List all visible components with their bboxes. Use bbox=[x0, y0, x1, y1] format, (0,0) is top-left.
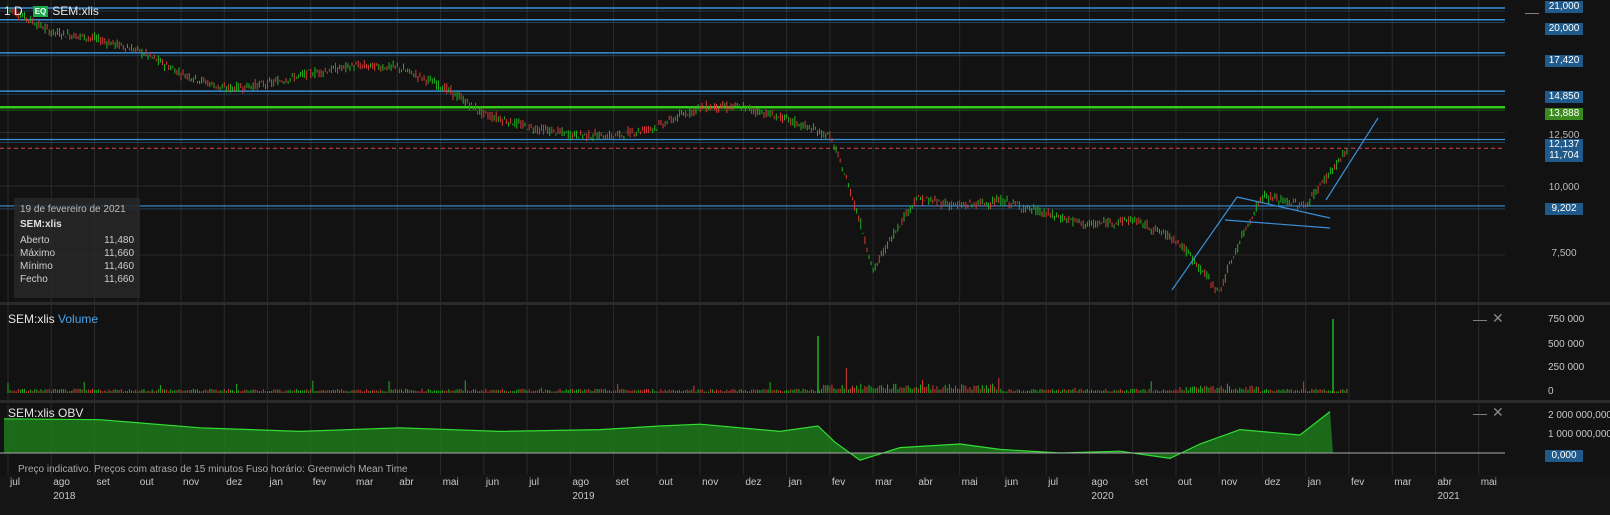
info-symbol: SEM:xlis bbox=[20, 219, 62, 230]
month-label: mai bbox=[1480, 477, 1497, 488]
month-label: abr bbox=[918, 477, 933, 488]
month-label: ago bbox=[1091, 477, 1109, 488]
month-label: set bbox=[1134, 477, 1148, 488]
month-label: ago bbox=[53, 477, 70, 488]
trendline bbox=[1224, 219, 1331, 229]
close-icon[interactable]: ✕ bbox=[1492, 310, 1504, 327]
price-tag: 21,000 bbox=[1545, 1, 1583, 13]
month-label: dez bbox=[226, 477, 243, 488]
obv-zero-tag: 0,000 bbox=[1545, 450, 1583, 462]
month-label: fev bbox=[831, 477, 846, 488]
info-row-open: Aberto 11,480 bbox=[20, 235, 134, 246]
ohlc-info-box: 19 de fevereiro de 2021 SEM:xlis Aberto 1… bbox=[14, 198, 140, 298]
month-label: nov bbox=[183, 477, 200, 488]
timeframe-label[interactable]: 1 D bbox=[4, 4, 23, 18]
volume-tick: 250 000 bbox=[1548, 362, 1585, 373]
month-label: mai bbox=[442, 477, 459, 488]
month-label: jan bbox=[788, 477, 802, 488]
obv-symbol: SEM:xlis bbox=[8, 406, 55, 420]
month-label: jan bbox=[269, 477, 283, 488]
year-label: 2019 bbox=[572, 491, 595, 502]
year-label: 2018 bbox=[53, 491, 76, 502]
month-label: set bbox=[615, 477, 629, 488]
price-tag: 17,420 bbox=[1545, 55, 1583, 67]
month-label: fev bbox=[1350, 477, 1365, 488]
price-pane[interactable] bbox=[0, 0, 1610, 302]
price-tag: 20,000 bbox=[1545, 23, 1583, 35]
year-label: 2021 bbox=[1437, 491, 1460, 502]
month-label: abr bbox=[1437, 477, 1452, 488]
volume-tick: 500 000 bbox=[1548, 339, 1585, 350]
chart-header: 1 D EQ SEM:xlis bbox=[4, 4, 99, 18]
obv-indicator-name[interactable]: OBV bbox=[58, 406, 83, 420]
footer-note: Preço indicativo. Preços com atraso de 1… bbox=[18, 464, 408, 475]
month-label: out bbox=[1177, 477, 1192, 488]
month-label: out bbox=[658, 477, 673, 488]
month-label: jun bbox=[485, 477, 500, 488]
month-label: jul bbox=[10, 477, 21, 488]
volume-indicator-name[interactable]: Volume bbox=[58, 312, 98, 326]
volume-pane[interactable] bbox=[0, 305, 1610, 400]
month-label: mar bbox=[1394, 477, 1412, 488]
month-label: mai bbox=[961, 477, 978, 488]
price-tick: 7,500 bbox=[1551, 248, 1577, 259]
month-label: nov bbox=[1221, 477, 1238, 488]
symbol-label: SEM:xlis bbox=[52, 4, 99, 18]
volume-header: SEM:xlis Volume bbox=[8, 312, 98, 326]
month-label: set bbox=[96, 477, 110, 488]
obv-tick: 2 000 000,000 bbox=[1548, 410, 1610, 421]
info-row-high: Máximo 11,660 bbox=[20, 248, 134, 259]
month-label: fev bbox=[312, 477, 327, 488]
year-label: 2020 bbox=[1091, 491, 1114, 502]
month-label: dez bbox=[745, 477, 762, 488]
volume-tick: 0 bbox=[1548, 386, 1554, 397]
volume-chart[interactable] bbox=[0, 305, 1610, 400]
trendline bbox=[1325, 117, 1379, 201]
month-label: jul bbox=[1048, 477, 1059, 488]
info-row-close: Fecho 11,660 bbox=[20, 274, 134, 285]
minimize-icon[interactable]: — bbox=[1473, 405, 1487, 421]
month-label: jan bbox=[1307, 477, 1322, 488]
close-icon[interactable]: ✕ bbox=[1492, 404, 1504, 421]
price-tag: 14,850 bbox=[1545, 91, 1583, 103]
month-label: ago bbox=[572, 477, 590, 488]
price-chart[interactable] bbox=[0, 0, 1610, 302]
price-tag: 9,202 bbox=[1545, 203, 1583, 215]
info-date: 19 de fevereiro de 2021 bbox=[20, 204, 126, 215]
info-row-low: Mínimo 11,460 bbox=[20, 261, 134, 272]
minimize-icon[interactable]: — bbox=[1525, 4, 1539, 20]
time-axis[interactable]: jul ago set out nov dez jan fev mar abr mai jun jul a… bbox=[0, 475, 1610, 515]
minimize-icon[interactable]: — bbox=[1473, 311, 1487, 327]
obv-tick: 1 000 000,000 bbox=[1548, 429, 1610, 440]
month-label: abr bbox=[399, 477, 414, 488]
price-tag: 11,704 bbox=[1545, 150, 1583, 162]
volume-tick: 750 000 bbox=[1548, 314, 1585, 325]
volume-symbol: SEM:xlis bbox=[8, 312, 55, 326]
month-label: mar bbox=[875, 477, 893, 488]
month-label: jul bbox=[529, 477, 540, 488]
month-label: nov bbox=[702, 477, 719, 488]
obv-header: SEM:xlis OBV bbox=[8, 406, 83, 420]
price-tag: 13,888 bbox=[1545, 108, 1583, 120]
month-label: jun bbox=[1004, 477, 1019, 488]
equity-badge: EQ bbox=[32, 6, 49, 17]
month-label: out bbox=[139, 477, 154, 488]
price-tick: 10,000 bbox=[1548, 182, 1580, 193]
month-label: mar bbox=[356, 477, 374, 488]
month-label: dez bbox=[1264, 477, 1281, 488]
